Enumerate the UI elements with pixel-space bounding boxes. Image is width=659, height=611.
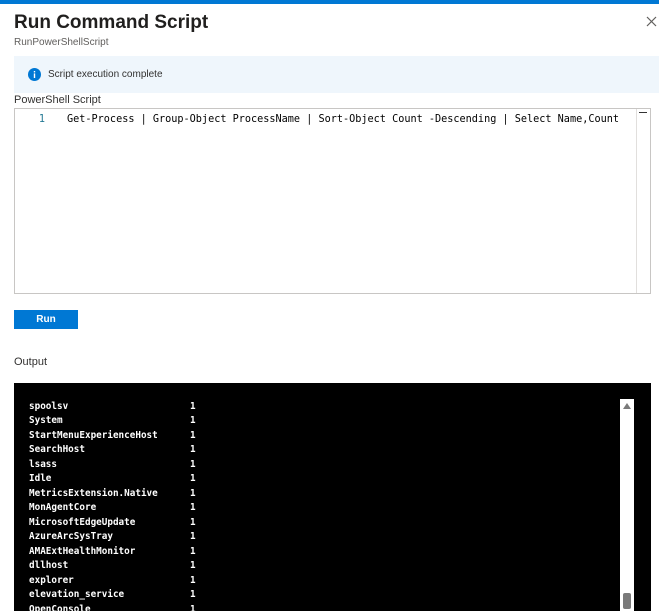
close-button[interactable] xyxy=(644,14,659,29)
process-count: 1 xyxy=(190,458,196,470)
process-name: System xyxy=(29,415,63,427)
process-name: elevation_service xyxy=(29,589,125,601)
output-row: MicrosoftEdgeUpdate 1 xyxy=(29,515,210,530)
script-editor[interactable]: 1 Get-Process | Group-Object ProcessName… xyxy=(14,108,651,294)
process-count: 1 xyxy=(190,560,196,572)
output-row: Idle 1 xyxy=(29,472,210,487)
line-number: 1 xyxy=(38,114,45,125)
page-subtitle: RunPowerShellScript xyxy=(14,37,109,48)
editor-scrollbar[interactable] xyxy=(636,109,650,293)
process-count: 1 xyxy=(190,502,196,514)
process-name: StartMenuExperienceHost xyxy=(29,429,158,441)
output-row: AzureArcSysTray 1 xyxy=(29,530,210,545)
process-count: 1 xyxy=(190,545,196,557)
process-name: AzureArcSysTray xyxy=(29,531,113,543)
process-name: OpenConsole xyxy=(29,603,91,611)
editor-line[interactable]: 1 Get-Process | Group-Object ProcessName… xyxy=(15,111,635,128)
process-name: lsass xyxy=(29,458,57,470)
process-count: 1 xyxy=(190,487,196,499)
process-count: 1 xyxy=(190,444,196,456)
script-label: PowerShell Script xyxy=(14,94,101,106)
output-row: OpenConsole 1 xyxy=(29,602,210,611)
process-count: 1 xyxy=(190,429,196,441)
output-row: MonAgentCore 1 xyxy=(29,501,210,516)
process-name: MicrosoftEdgeUpdate xyxy=(29,516,136,528)
info-message-bar: Script execution complete xyxy=(14,56,659,93)
script-code[interactable]: Get-Process | Group-Object ProcessName |… xyxy=(67,114,619,125)
output-row: spoolsv 1 xyxy=(29,399,210,414)
output-row: System 1 xyxy=(29,414,210,429)
process-count: 1 xyxy=(190,415,196,427)
editor-scrollbar-thumb[interactable] xyxy=(639,112,647,113)
scroll-up-arrow-icon[interactable] xyxy=(623,403,631,409)
output-row: elevation_service 1 xyxy=(29,588,210,603)
process-name: MetricsExtension.Native xyxy=(29,487,158,499)
output-row: AMAExtHealthMonitor 1 xyxy=(29,544,210,559)
process-count: 1 xyxy=(190,574,196,586)
output-row: dllhost 1 xyxy=(29,559,210,574)
process-count: 1 xyxy=(190,531,196,543)
process-count: 1 xyxy=(190,400,196,412)
output-scrollbar-thumb[interactable] xyxy=(623,593,631,609)
process-count: 1 xyxy=(190,516,196,528)
process-count: 1 xyxy=(190,473,196,485)
process-name: explorer xyxy=(29,574,74,586)
process-count: 1 xyxy=(190,589,196,601)
output-row: StartMenuExperienceHost 1 xyxy=(29,428,210,443)
output-console[interactable]: spoolsv 1 System 1 StartMenuExperienceHost 1 S… xyxy=(14,383,651,611)
process-count: 1 xyxy=(190,603,196,611)
output-scrollbar[interactable] xyxy=(620,399,634,611)
process-name: SearchHost xyxy=(29,444,85,456)
info-message-text: Script execution complete xyxy=(48,69,163,80)
output-label: Output xyxy=(14,356,48,368)
process-name: AMAExtHealthMonitor xyxy=(29,545,136,557)
process-name: spoolsv xyxy=(29,400,69,412)
process-name: Idle xyxy=(29,473,52,485)
output-row: explorer 1 xyxy=(29,573,210,588)
output-row: SearchHost 1 xyxy=(29,443,210,458)
page-title: Run Command Script xyxy=(14,12,209,33)
top-accent-bar xyxy=(0,0,659,4)
process-name: dllhost xyxy=(29,560,69,572)
close-icon xyxy=(646,16,657,27)
output-row: lsass 1 xyxy=(29,457,210,472)
run-button[interactable]: Run xyxy=(14,310,78,329)
info-icon xyxy=(28,68,41,81)
process-name: MonAgentCore xyxy=(29,502,97,514)
output-rows: spoolsv 1 System 1 StartMenuExperienceHost 1 S… xyxy=(29,399,210,611)
output-row: MetricsExtension.Native 1 xyxy=(29,486,210,501)
